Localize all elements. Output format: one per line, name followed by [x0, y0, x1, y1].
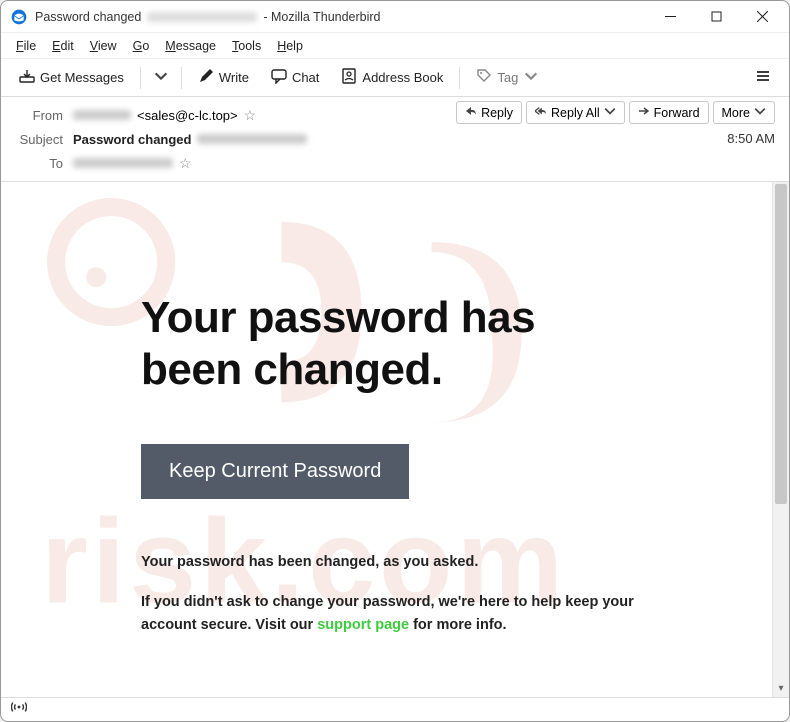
title-suffix: - Mozilla Thunderbird [263, 10, 380, 24]
separator [459, 67, 460, 89]
app-menu-button[interactable] [747, 63, 779, 92]
chat-button[interactable]: Chat [263, 63, 327, 92]
subject-label: Subject [15, 132, 63, 147]
to-label: To [15, 156, 63, 171]
menu-view[interactable]: View [83, 36, 124, 56]
email-content: Your password has been changed. Keep Cur… [1, 182, 772, 636]
write-label: Write [219, 70, 249, 85]
more-label: More [722, 106, 750, 120]
statusbar [1, 697, 789, 721]
tag-label: Tag [497, 70, 518, 85]
reply-all-icon [535, 105, 547, 120]
title-redacted [147, 12, 257, 22]
menu-go[interactable]: Go [126, 36, 157, 56]
email-p2: If you didn't ask to change your passwor… [141, 591, 661, 636]
scrollbar[interactable]: ▴ ▾ [772, 182, 789, 697]
window-controls [647, 2, 785, 32]
heading-line1: Your password has [141, 293, 535, 342]
pencil-icon [198, 68, 214, 87]
star-icon[interactable]: ☆ [244, 107, 257, 124]
write-button[interactable]: Write [190, 63, 257, 92]
message-time: 8:50 AM [727, 131, 775, 146]
broadcast-icon [11, 700, 27, 719]
tag-icon [476, 68, 492, 87]
message-body-wrap: risk.com Your password has been changed.… [1, 182, 789, 697]
tag-button[interactable]: Tag [468, 63, 547, 92]
email-heading: Your password has been changed. [141, 292, 752, 396]
get-messages-label: Get Messages [40, 70, 124, 85]
from-redacted [73, 110, 131, 120]
menu-help[interactable]: Help [270, 36, 310, 56]
address-book-label: Address Book [362, 70, 443, 85]
forward-button[interactable]: Forward [629, 101, 709, 124]
reply-all-button[interactable]: Reply All [526, 101, 625, 124]
chevron-down-icon [523, 68, 539, 87]
reply-label: Reply [481, 106, 513, 120]
reply-all-label: Reply All [551, 106, 600, 120]
more-button[interactable]: More [713, 101, 775, 124]
to-redacted [73, 158, 173, 168]
scrollbar-thumb[interactable] [775, 184, 787, 504]
app-window: Password changed - Mozilla Thunderbird F… [0, 0, 790, 722]
subject-value: Password changed [73, 132, 191, 147]
email-p1: Your password has been changed, as you a… [141, 551, 661, 573]
get-messages-dropdown[interactable] [149, 63, 173, 92]
menu-message[interactable]: Message [158, 36, 223, 56]
keep-password-button[interactable]: Keep Current Password [141, 444, 409, 499]
minimize-button[interactable] [647, 2, 693, 32]
toolbar: Get Messages Write Chat Address Book Tag [1, 59, 789, 97]
reply-button[interactable]: Reply [456, 101, 522, 124]
star-icon[interactable]: ☆ [179, 155, 192, 172]
address-book-icon [341, 68, 357, 87]
chat-label: Chat [292, 70, 319, 85]
menu-tools[interactable]: Tools [225, 36, 268, 56]
menu-edit[interactable]: Edit [45, 36, 81, 56]
message-body: risk.com Your password has been changed.… [1, 182, 772, 697]
hamburger-icon [755, 68, 771, 87]
subject-row: Subject Password changed [15, 127, 775, 151]
menu-file[interactable]: File [9, 36, 43, 56]
forward-icon [638, 105, 650, 120]
support-page-link[interactable]: support page [317, 617, 409, 633]
to-row: To ☆ [15, 151, 775, 175]
from-value[interactable]: <sales@c-lc.top> [137, 108, 238, 123]
from-label: From [15, 108, 63, 123]
separator [181, 67, 182, 89]
get-messages-button[interactable]: Get Messages [11, 63, 132, 92]
message-actions: Reply Reply All Forward More [456, 101, 775, 124]
inbox-download-icon [19, 68, 35, 87]
chat-icon [271, 68, 287, 87]
email-body-text: Your password has been changed, as you a… [141, 551, 661, 636]
titlebar: Password changed - Mozilla Thunderbird [1, 1, 789, 33]
chevron-down-icon [754, 105, 766, 120]
scroll-down-icon[interactable]: ▾ [773, 680, 789, 697]
maximize-button[interactable] [693, 2, 739, 32]
p2-part-b: for more info. [409, 617, 506, 633]
close-button[interactable] [739, 2, 785, 32]
chevron-down-icon [153, 68, 169, 87]
heading-line2: been changed. [141, 345, 443, 394]
forward-label: Forward [654, 106, 700, 120]
app-icon [11, 9, 27, 25]
window-title: Password changed - Mozilla Thunderbird [35, 10, 381, 24]
chevron-down-icon [604, 105, 616, 120]
subject-redacted [197, 134, 307, 144]
menubar: File Edit View Go Message Tools Help [1, 33, 789, 59]
address-book-button[interactable]: Address Book [333, 63, 451, 92]
title-prefix: Password changed [35, 10, 141, 24]
message-header: Reply Reply All Forward More 8:50 AM Fro… [1, 97, 789, 182]
reply-icon [465, 105, 477, 120]
separator [140, 67, 141, 89]
